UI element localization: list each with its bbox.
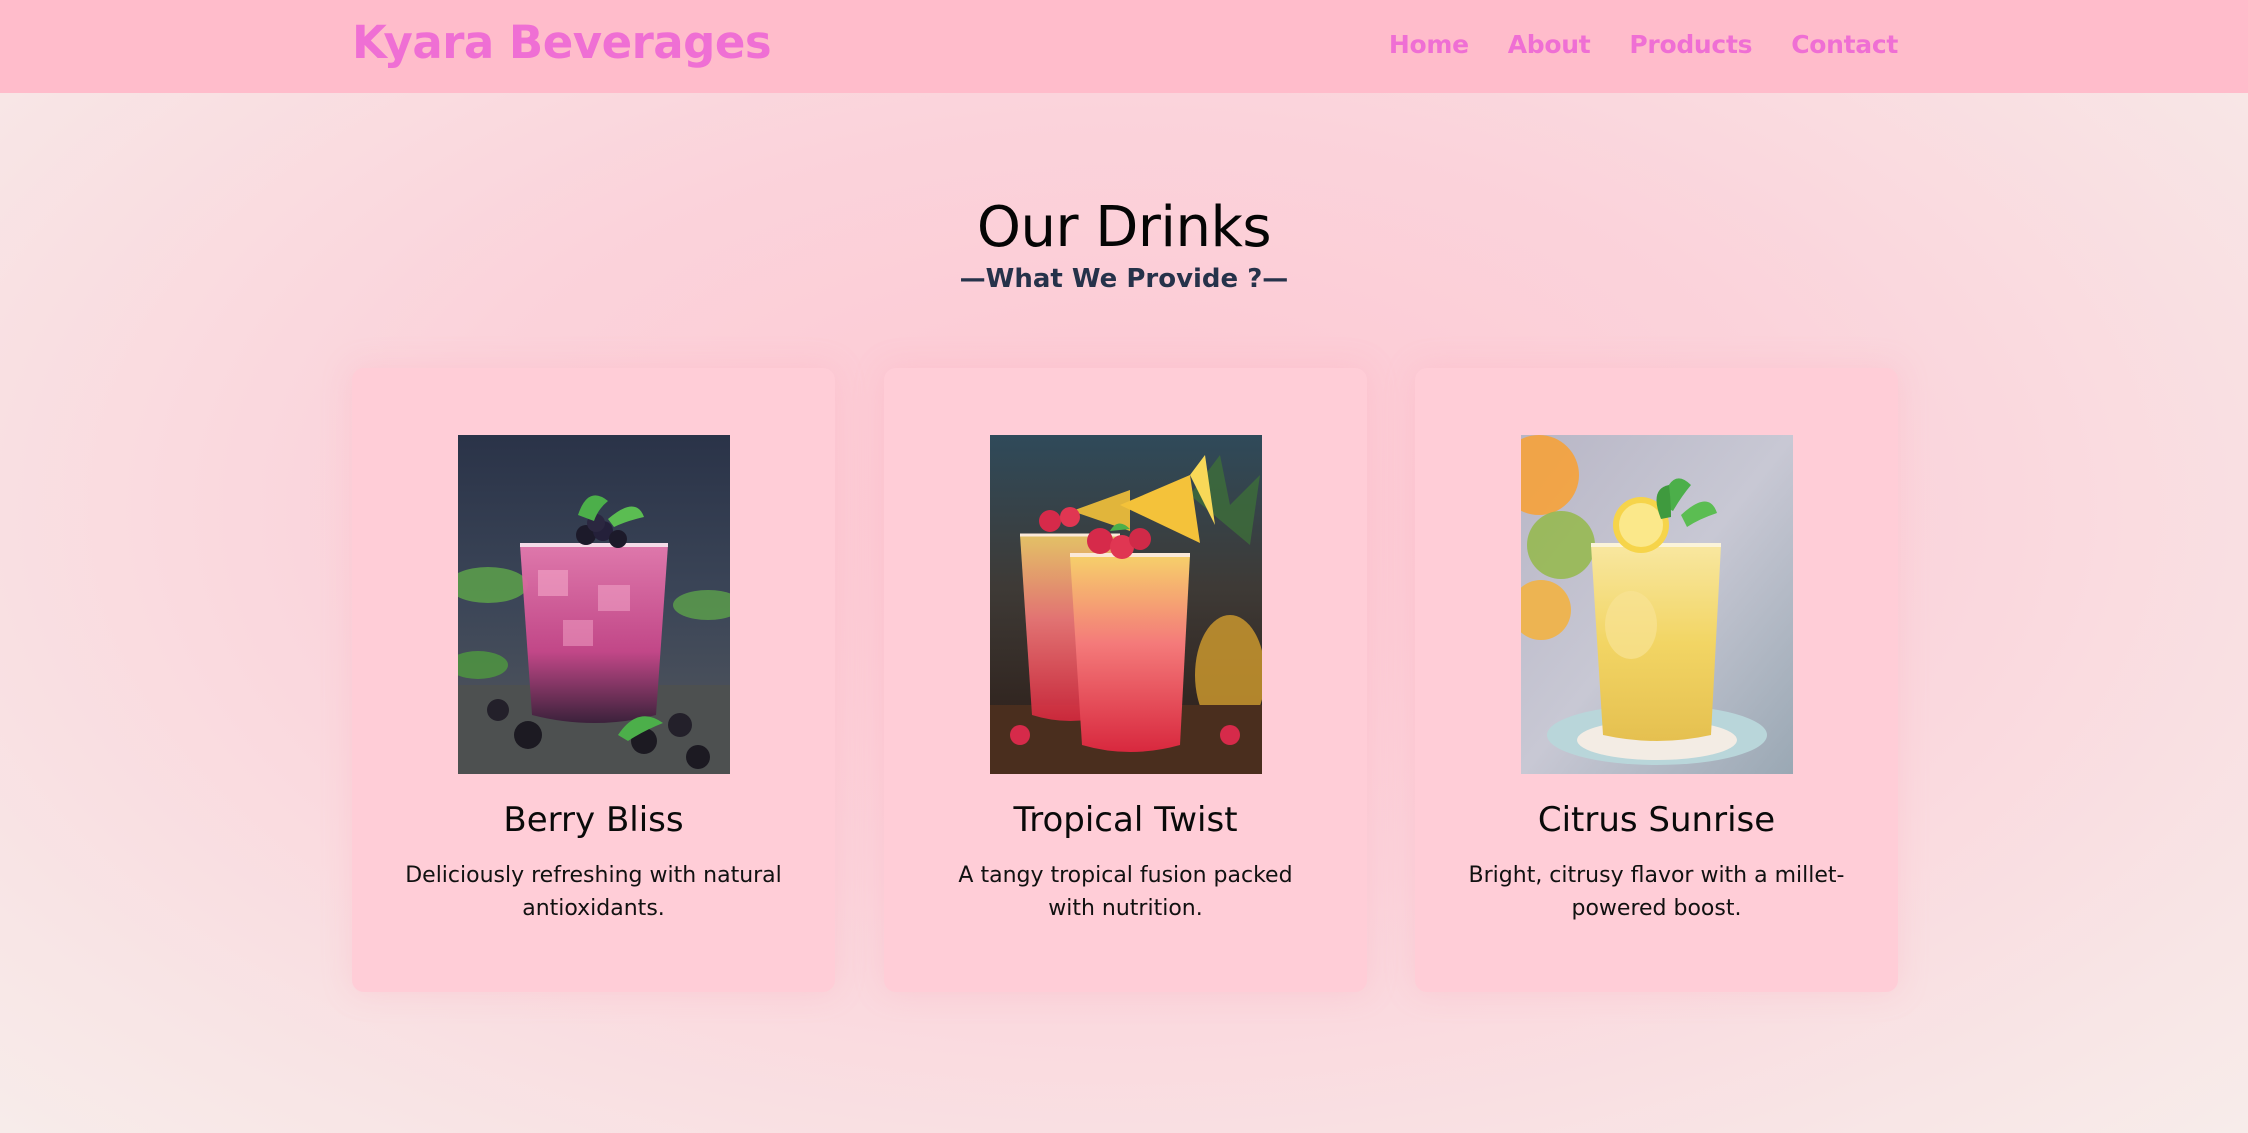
drink-title: Tropical Twist (1013, 800, 1238, 840)
nav-link-contact[interactable]: Contact (1791, 30, 1898, 59)
drink-title: Citrus Sunrise (1537, 800, 1776, 840)
nav-menu: Home About Products Contact (1389, 30, 1898, 59)
navbar: Kyara Beverages Home About Products Cont… (0, 0, 2248, 93)
drink-card-tropical-twist: Tropical Twist A tangy tropical fusion p… (884, 368, 1367, 992)
tropical-drink-illustration (990, 435, 1262, 774)
tropical-drink-photo (990, 435, 1262, 774)
drink-title: Berry Bliss (503, 800, 684, 840)
brand-logo[interactable]: Kyara Beverages (352, 16, 772, 69)
drink-card-berry-bliss: Berry Bliss Deliciously refreshing with … (352, 368, 835, 992)
drink-description: A tangy tropical fusion packed with nutr… (958, 863, 1293, 921)
drink-description: Deliciously refreshing with natural anti… (405, 863, 782, 921)
nav-link-home[interactable]: Home (1389, 30, 1469, 59)
citrus-drink-photo (1521, 435, 1793, 774)
nav-link-about[interactable]: About (1508, 30, 1591, 59)
drink-card-citrus-sunrise: Citrus Sunrise Bright, citrusy flavor wi… (1415, 368, 1898, 992)
berry-drink-illustration (458, 435, 730, 774)
citrus-drink-illustration (1521, 435, 1793, 774)
section-title: Our Drinks (976, 195, 1272, 260)
drink-description: Bright, citrusy flavor with a millet-pow… (1468, 863, 1845, 921)
nav-link-products[interactable]: Products (1629, 30, 1752, 59)
section-subtitle: —What We Provide ?— (959, 264, 1289, 294)
berry-drink-photo (458, 435, 730, 774)
